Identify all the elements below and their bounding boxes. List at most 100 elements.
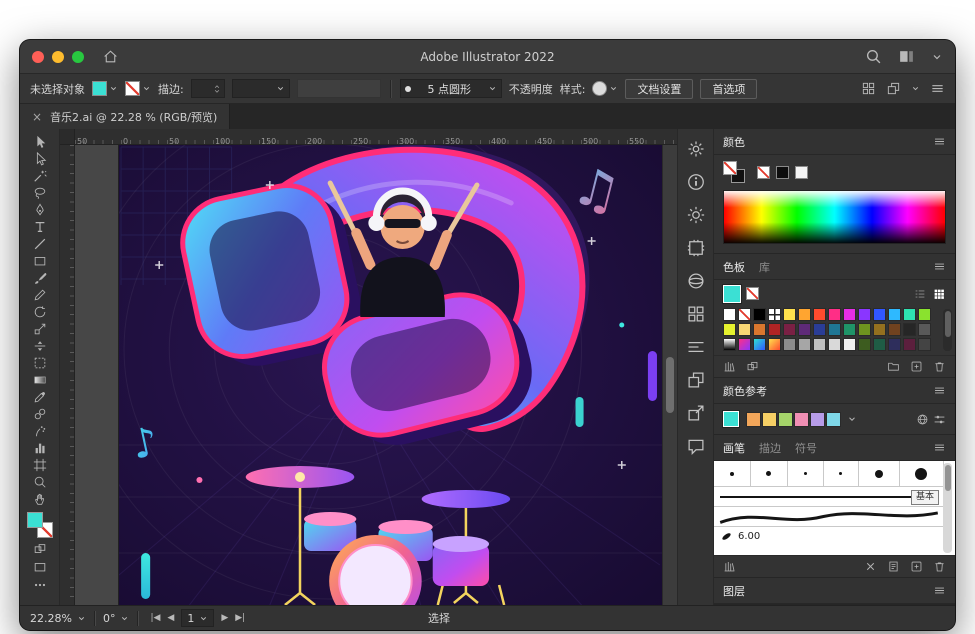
stroke-color-swatch[interactable] — [125, 81, 140, 96]
preferences-button[interactable]: 首选项 — [700, 79, 757, 99]
swatch[interactable] — [873, 323, 886, 336]
swatch[interactable] — [858, 323, 871, 336]
swatch-kinds-icon[interactable] — [746, 360, 759, 373]
swatch[interactable] — [918, 338, 931, 351]
swatch[interactable] — [828, 338, 841, 351]
tab-color-guide[interactable]: 颜色参考 — [723, 383, 767, 399]
swatch[interactable] — [813, 323, 826, 336]
panel-icon-button[interactable] — [686, 271, 706, 291]
swatch[interactable] — [738, 308, 751, 321]
tab-color[interactable]: 颜色 — [723, 134, 745, 150]
calligraphic-brush-item[interactable] — [788, 461, 824, 486]
panel-menu-icon[interactable] — [933, 135, 946, 148]
basic-brush-item[interactable]: 基本 — [714, 487, 944, 507]
swatch[interactable] — [843, 308, 856, 321]
tool-button[interactable] — [27, 303, 53, 320]
delete-swatch-icon[interactable] — [933, 360, 946, 373]
panel-icon-button[interactable] — [686, 337, 706, 357]
artwork-headphones-illustration[interactable]: ♫ ♪ — [119, 145, 662, 605]
canvas-vertical-scrollbar[interactable] — [662, 145, 677, 605]
edit-toolbar-button[interactable] — [27, 577, 53, 592]
previous-artboard-button[interactable]: ◀ — [167, 613, 174, 623]
tool-button[interactable] — [27, 473, 53, 490]
tool-button[interactable] — [27, 218, 53, 235]
close-tab-icon[interactable]: × — [32, 110, 42, 124]
snap-options-icon[interactable] — [886, 81, 901, 96]
panel-icon-button[interactable] — [686, 205, 706, 225]
swatch[interactable] — [858, 338, 871, 351]
edit-colors-icon[interactable] — [933, 413, 946, 426]
fill-color-swatch[interactable] — [92, 81, 107, 96]
new-color-group-icon[interactable] — [887, 360, 900, 373]
panel-icon-button[interactable] — [686, 139, 706, 159]
home-icon[interactable] — [102, 48, 119, 65]
swatch[interactable] — [888, 338, 901, 351]
panel-icon-button[interactable] — [686, 370, 706, 390]
canvas-area[interactable]: ♫ ♪ — [75, 145, 677, 605]
remove-brush-stroke-icon[interactable] — [864, 560, 877, 573]
tool-button[interactable] — [27, 371, 53, 388]
tool-button[interactable] — [27, 150, 53, 167]
swatch[interactable] — [828, 323, 841, 336]
style-control[interactable] — [592, 81, 618, 96]
base-color-swatch[interactable] — [723, 411, 739, 427]
swatch[interactable] — [783, 308, 796, 321]
panel-icon-button[interactable] — [686, 304, 706, 324]
arrange-documents-icon[interactable] — [861, 81, 876, 96]
white-color-swatch[interactable] — [795, 166, 808, 179]
tool-button[interactable] — [27, 320, 53, 337]
scrollbar-thumb[interactable] — [666, 357, 674, 413]
tool-button[interactable] — [27, 201, 53, 218]
tool-button[interactable] — [27, 184, 53, 201]
swatch[interactable] — [888, 308, 901, 321]
swatch[interactable] — [888, 323, 901, 336]
swatch[interactable] — [813, 308, 826, 321]
swatch[interactable] — [768, 323, 781, 336]
chevron-down-icon[interactable] — [847, 414, 857, 424]
menu-icon[interactable] — [930, 81, 945, 96]
document-tab[interactable]: × 音乐2.ai @ 22.28 % (RGB/预览) — [20, 104, 230, 129]
delete-brush-icon[interactable] — [933, 560, 946, 573]
tool-button[interactable] — [27, 456, 53, 473]
panel-icon-button[interactable] — [686, 172, 706, 192]
panel-menu-icon[interactable] — [933, 384, 946, 397]
tab-layers[interactable]: 图层 — [723, 583, 745, 599]
tab-swatches[interactable]: 色板 — [723, 259, 745, 275]
tool-button[interactable] — [27, 354, 53, 371]
harmony-color-chip[interactable] — [794, 412, 809, 427]
selected-swatch[interactable] — [723, 285, 741, 303]
none-color-swatch[interactable] — [757, 166, 770, 179]
harmony-color-chip[interactable] — [826, 412, 841, 427]
new-swatch-icon[interactable] — [910, 360, 923, 373]
chevron-down-icon[interactable] — [931, 51, 943, 63]
draw-mode-button[interactable] — [27, 541, 53, 556]
tool-button[interactable] — [27, 422, 53, 439]
calligraphic-brush-item[interactable] — [900, 461, 945, 486]
stroke-color-control[interactable] — [125, 81, 151, 96]
swatch[interactable] — [783, 338, 796, 351]
tool-button[interactable] — [27, 235, 53, 252]
swatch[interactable] — [783, 323, 796, 336]
brush-options-icon[interactable] — [887, 560, 900, 573]
swatch[interactable] — [753, 308, 766, 321]
panel-icon-button[interactable] — [686, 238, 706, 258]
swatch[interactable] — [903, 338, 916, 351]
chevron-down-icon[interactable] — [142, 84, 151, 93]
rotation-select[interactable]: 0° — [103, 612, 130, 625]
swatch[interactable] — [738, 323, 751, 336]
swatch[interactable] — [813, 338, 826, 351]
swatch[interactable] — [858, 308, 871, 321]
tab-libraries[interactable]: 库 — [759, 259, 770, 275]
harmony-color-chip[interactable] — [762, 412, 777, 427]
swatch[interactable] — [903, 323, 916, 336]
fill-indicator[interactable] — [723, 161, 737, 175]
fill-color-control[interactable] — [92, 81, 118, 96]
document-setup-button[interactable]: 文档设置 — [625, 79, 693, 99]
swatch[interactable] — [768, 338, 781, 351]
calligraphic-brush-item[interactable] — [824, 461, 860, 486]
swatch[interactable] — [873, 308, 886, 321]
calligraphic-brush-item[interactable] — [751, 461, 789, 486]
panel-menu-icon[interactable] — [933, 441, 946, 454]
tool-button[interactable] — [27, 490, 53, 507]
limit-colors-globe-icon[interactable] — [916, 413, 929, 426]
